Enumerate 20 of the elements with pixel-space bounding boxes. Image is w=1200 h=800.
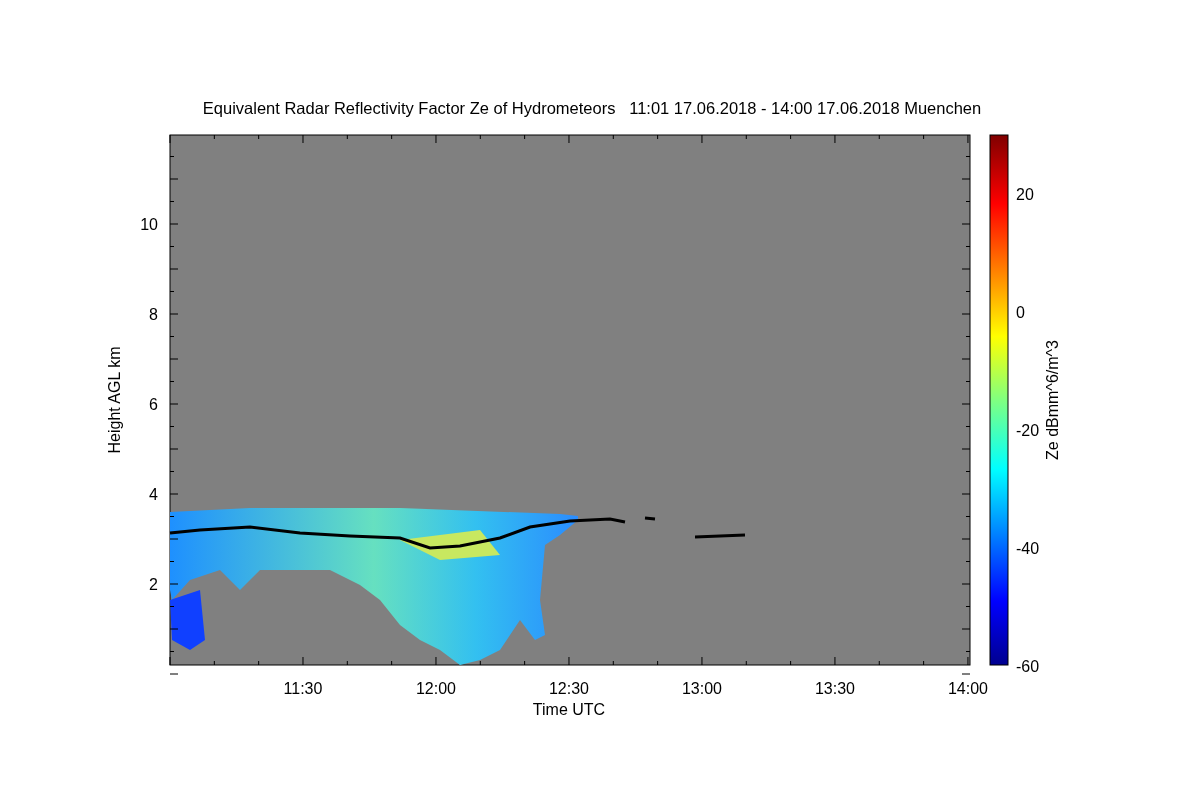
x-tick-label: 12:30 xyxy=(549,680,589,697)
x-tick-label: 12:00 xyxy=(416,680,456,697)
x-tick-label: 13:00 xyxy=(682,680,722,697)
x-tick-label: 14:00 xyxy=(948,680,988,697)
x-tick-label: 13:30 xyxy=(815,680,855,697)
y-tick-label: 4 xyxy=(149,486,158,503)
colorbar-label: Ze dBmm^6/m^3 xyxy=(1044,340,1061,460)
colorbar-tick-label: -60 xyxy=(1016,658,1040,675)
x-tick-label: 11:30 xyxy=(283,680,323,697)
x-axis-label: Time UTC xyxy=(532,701,606,718)
y-tick-label: 8 xyxy=(149,306,158,323)
y-tick-label: 2 xyxy=(149,576,158,593)
colorbar-tick-label: -20 xyxy=(1016,422,1040,439)
y-tick-label: 6 xyxy=(149,396,158,413)
colorbar-tick-label: 20 xyxy=(1016,186,1034,203)
y-tick-label: 10 xyxy=(140,216,158,233)
y-axis-label: Height AGL km xyxy=(106,346,123,454)
colorbar-tick-label: 0 xyxy=(1016,304,1025,321)
colorbar-tick-label: -40 xyxy=(1016,540,1040,557)
chart-title: Equivalent Radar Reflectivity Factor Ze of Hydrometeors 11:01 17.06.2018 - 14:00 17.06.2018 Muenchen xyxy=(202,99,982,117)
